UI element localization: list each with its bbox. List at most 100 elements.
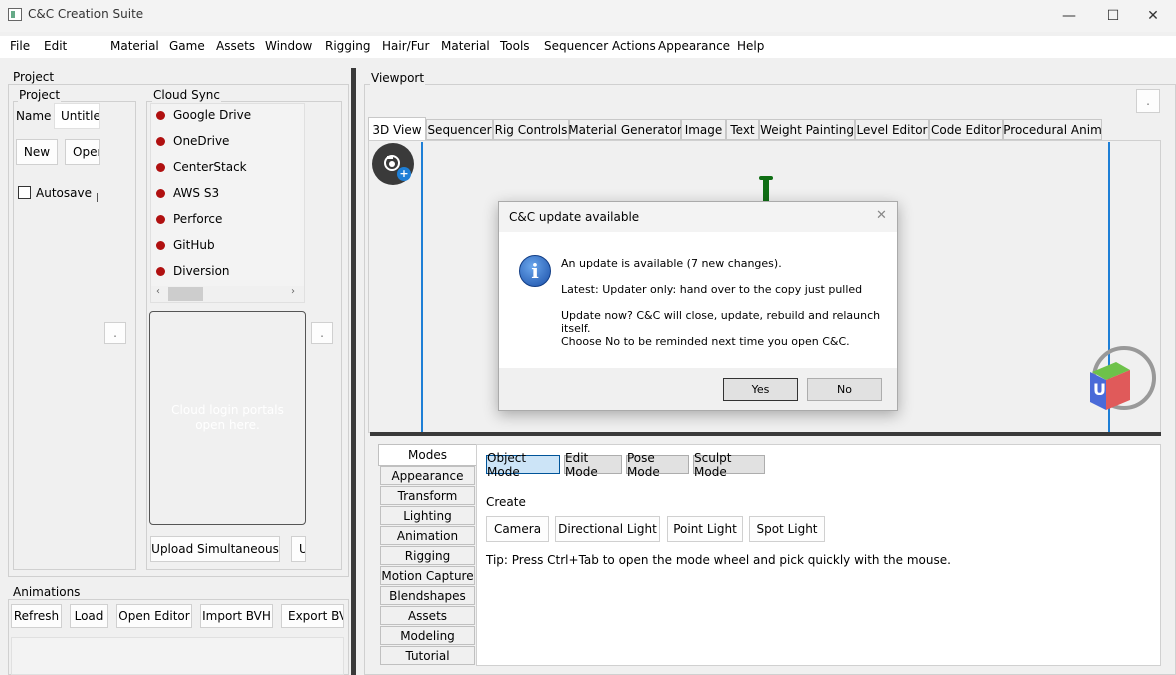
- side-tab-motion-capture[interactable]: Motion Capture: [380, 566, 475, 585]
- menu-material-2[interactable]: Material: [441, 39, 490, 53]
- refresh-button[interactable]: Refresh: [11, 604, 62, 628]
- side-tab-lighting[interactable]: Lighting: [380, 506, 475, 525]
- status-dot-icon: [156, 188, 165, 198]
- tab-image[interactable]: Image: [681, 119, 726, 140]
- minimize-button[interactable]: —: [1046, 0, 1092, 32]
- menu-sequencer-actions[interactable]: Sequencer Actions: [544, 39, 656, 53]
- cloud-item-onedrive[interactable]: OneDrive: [156, 132, 229, 150]
- dialog-line-update-now: Update now? C&C will close, update, rebu…: [561, 309, 881, 322]
- pose-mode-button[interactable]: Pose Mode: [626, 451, 689, 479]
- create-point-light-button[interactable]: Point Light: [667, 516, 743, 542]
- menu-bar: File Edit Material Game Assets Window Ri…: [0, 36, 1176, 58]
- menu-window[interactable]: Window: [265, 39, 312, 53]
- menu-assets[interactable]: Assets: [216, 39, 255, 53]
- tab-weight-painting[interactable]: Weight Painting: [759, 119, 855, 140]
- tab-material-generator[interactable]: Material Generator: [568, 119, 682, 140]
- open-editor-button[interactable]: Open Editor: [116, 604, 192, 628]
- create-spot-light-button[interactable]: Spot Light: [749, 516, 825, 542]
- horizontal-splitter[interactable]: [370, 432, 1161, 436]
- sculpt-mode-button[interactable]: Sculpt Mode: [693, 451, 765, 479]
- tab-rig-controls[interactable]: Rig Controls: [493, 119, 569, 140]
- cloud-item-github[interactable]: GitHub: [156, 236, 215, 254]
- side-tab-tutorial[interactable]: Tutorial: [380, 646, 475, 665]
- menu-appearance[interactable]: Appearance: [658, 39, 730, 53]
- menu-game[interactable]: Game: [169, 39, 205, 53]
- cloud-item-google-drive[interactable]: Google Drive: [156, 106, 251, 124]
- cloud-item-diversion[interactable]: Diversion: [156, 262, 230, 280]
- tab-code-editor[interactable]: Code Editor: [929, 119, 1003, 140]
- green-object-icon[interactable]: [758, 174, 774, 204]
- dialog-line-latest: Latest: Updater only: hand over to the c…: [561, 283, 863, 296]
- project-small-button[interactable]: .: [104, 322, 126, 344]
- menu-help[interactable]: Help: [737, 39, 764, 53]
- load-button[interactable]: Load: [70, 604, 108, 628]
- menu-material[interactable]: Material: [110, 39, 159, 53]
- side-tab-appearance[interactable]: Appearance: [380, 466, 475, 485]
- title-bar: C&C Creation Suite — ☐ ✕: [0, 0, 1176, 32]
- cloud-item-centerstack[interactable]: CenterStack: [156, 158, 247, 176]
- dialog-yes-button[interactable]: Yes: [723, 378, 798, 401]
- status-dot-icon: [156, 214, 165, 224]
- create-directional-light-button[interactable]: Directional Light: [555, 516, 660, 542]
- autosave-checkbox[interactable]: [18, 186, 31, 199]
- text-cursor: [97, 193, 98, 202]
- menu-hair-fur[interactable]: Hair/Fur: [382, 39, 429, 53]
- scroll-left-icon[interactable]: ‹: [156, 286, 160, 297]
- cloud-list-scrollbar[interactable]: ‹ ›: [151, 286, 304, 302]
- import-bvh-button[interactable]: Import BVH: [200, 604, 273, 628]
- export-bvh-button[interactable]: Export BVH: [281, 604, 344, 628]
- status-dot-icon: [156, 136, 165, 146]
- tab-sequencer[interactable]: Sequencer: [426, 119, 493, 140]
- info-icon: i: [519, 255, 551, 287]
- animations-title: Animations: [12, 585, 82, 599]
- vertical-splitter[interactable]: [351, 68, 356, 675]
- side-tab-modes[interactable]: Modes: [378, 444, 476, 466]
- side-tab-modeling[interactable]: Modeling: [380, 626, 475, 645]
- edit-mode-button[interactable]: Edit Mode: [564, 451, 622, 479]
- upload-simultaneous-button[interactable]: Upload Simultaneous: [150, 536, 280, 562]
- cloud-item-aws-s3[interactable]: AWS S3: [156, 184, 219, 202]
- cloud-small-button[interactable]: .: [311, 322, 333, 344]
- cloud-item-perforce[interactable]: Perforce: [156, 210, 222, 228]
- open-project-button[interactable]: Open: [65, 139, 100, 165]
- object-mode-button[interactable]: Object Mode: [486, 451, 560, 479]
- side-tab-blendshapes[interactable]: Blendshapes: [380, 586, 475, 605]
- side-tab-rigging[interactable]: Rigging: [380, 546, 475, 565]
- camera-add-icon[interactable]: +: [397, 167, 411, 181]
- dialog-no-button[interactable]: No: [807, 378, 882, 401]
- side-tab-transform[interactable]: Transform: [380, 486, 475, 505]
- menu-file[interactable]: File: [10, 39, 30, 53]
- project-name-input[interactable]: Untitled: [54, 103, 100, 129]
- dialog-line-update-count: An update is available (7 new changes).: [561, 257, 782, 270]
- autosave-label: Autosave: [36, 186, 92, 200]
- mode-wheel-tip: Tip: Press Ctrl+Tab to open the mode whe…: [486, 553, 951, 567]
- scrollbar-thumb[interactable]: [168, 287, 203, 301]
- cloud-login-portal[interactable]: Cloud login portals open here.: [149, 311, 306, 525]
- scroll-right-icon[interactable]: ›: [291, 286, 295, 297]
- side-tab-assets[interactable]: Assets: [380, 606, 475, 625]
- gizmo-label: U: [1093, 380, 1106, 399]
- status-dot-icon: [156, 162, 165, 172]
- tab-3d-view[interactable]: 3D View: [368, 117, 426, 141]
- menu-rigging[interactable]: Rigging: [325, 39, 370, 53]
- cloud-item-label: Google Drive: [173, 108, 252, 122]
- menu-edit[interactable]: Edit: [44, 39, 67, 53]
- update-dialog: C&C update available ✕ i An update is av…: [498, 201, 898, 411]
- cloud-u-button[interactable]: U: [291, 536, 306, 562]
- cloud-item-label: AWS S3: [173, 186, 220, 200]
- create-camera-button[interactable]: Camera: [486, 516, 549, 542]
- cloud-item-label: Perforce: [173, 212, 223, 226]
- menu-tools[interactable]: Tools: [500, 39, 530, 53]
- cloud-item-label: Diversion: [173, 264, 230, 278]
- cloud-sync-title: Cloud Sync: [152, 88, 222, 102]
- dialog-close-icon[interactable]: ✕: [876, 208, 887, 223]
- side-tab-animation[interactable]: Animation: [380, 526, 475, 545]
- tab-procedural-anim[interactable]: Procedural Anim: [1003, 119, 1102, 140]
- close-button[interactable]: ✕: [1130, 0, 1176, 32]
- tab-level-editor[interactable]: Level Editor: [855, 119, 929, 140]
- tab-text[interactable]: Text: [726, 119, 759, 140]
- viewport-corner-button[interactable]: .: [1136, 89, 1160, 113]
- cloud-item-label: GitHub: [173, 238, 215, 252]
- animations-list[interactable]: [11, 637, 344, 675]
- new-project-button[interactable]: New: [16, 139, 58, 165]
